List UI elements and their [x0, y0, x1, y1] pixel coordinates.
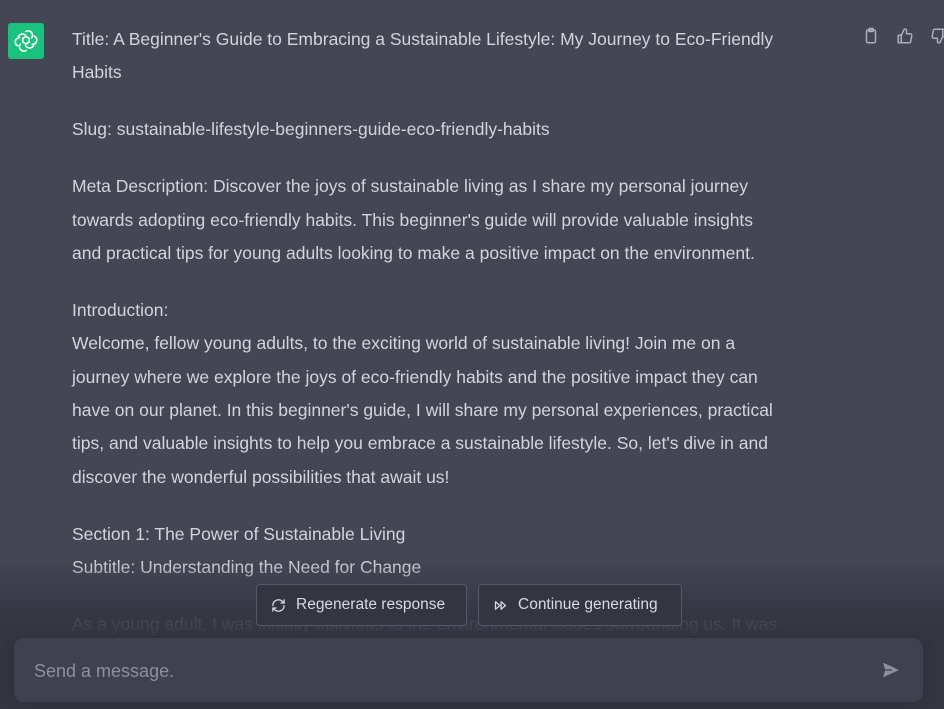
intro-line: tips, and valuable insights to help you … [72, 433, 768, 454]
message-introduction: Introduction: Welcome, fellow young adul… [72, 294, 842, 494]
title-line: Title: A Beginner's Guide to Embracing a… [72, 29, 774, 49]
message-actions [861, 26, 944, 46]
message-meta-description: Meta Description: Discover the joys of s… [72, 170, 842, 270]
send-icon[interactable] [879, 658, 903, 682]
meta-line: Meta Description: Discover the joys of s… [72, 176, 749, 197]
refresh-icon [272, 598, 285, 612]
clipboard-icon[interactable] [861, 26, 881, 46]
message-input[interactable] [32, 652, 856, 690]
message-section-1: Section 1: The Power of Sustainable Livi… [72, 518, 842, 585]
assistant-avatar [8, 23, 44, 59]
message-composer [14, 638, 923, 702]
slug-line: Slug: sustainable-lifestyle-beginners-gu… [72, 119, 550, 140]
assistant-message: Title: A Beginner's Guide to Embracing a… [72, 23, 842, 665]
continue-label: Continue generating [518, 596, 658, 613]
regenerate-response-button[interactable]: Regenerate response [256, 584, 467, 626]
message-slug: Slug: sustainable-lifestyle-beginners-gu… [72, 113, 842, 146]
intro-line: have on our planet. In this beginner's g… [72, 400, 773, 421]
section-subtitle: Subtitle: Understanding the Need for Cha… [72, 557, 422, 578]
title-line: Habits [72, 62, 122, 83]
thumbs-up-icon[interactable] [895, 26, 915, 46]
meta-line: and practical tips for young adults look… [72, 243, 755, 264]
continue-generating-button[interactable]: Continue generating [478, 584, 682, 626]
intro-line: discover the wonderful possibilities tha… [72, 466, 450, 487]
intro-line: Welcome, fellow young adults, to the exc… [72, 333, 736, 354]
fast-forward-icon [494, 600, 507, 610]
regenerate-label: Regenerate response [296, 596, 446, 613]
thumbs-down-icon[interactable] [929, 26, 944, 46]
section-heading: Section 1: The Power of Sustainable Livi… [72, 523, 406, 544]
intro-line: journey where we explore the joys of eco… [72, 366, 758, 387]
meta-line: towards adopting eco-friendly habits. Th… [72, 209, 754, 230]
message-title: Title: A Beginner's Guide to Embracing a… [72, 23, 842, 90]
openai-logo-icon [14, 30, 38, 52]
intro-heading: Introduction: [72, 300, 169, 321]
